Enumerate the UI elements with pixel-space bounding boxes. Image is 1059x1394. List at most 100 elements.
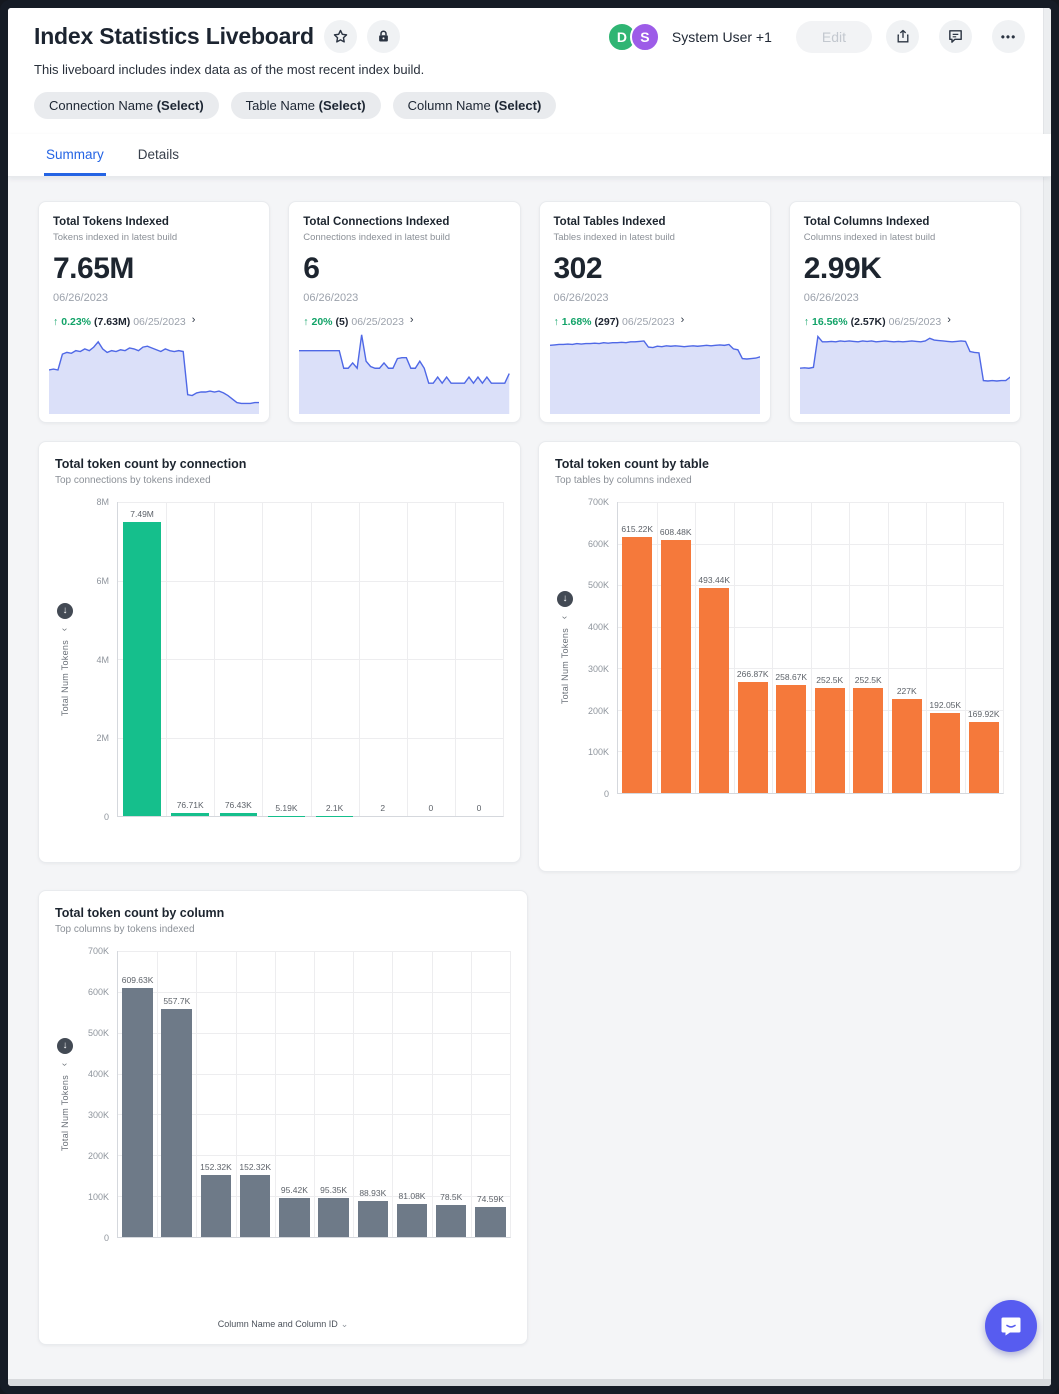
kpi-date: 06/26/2023 <box>804 292 1006 304</box>
comments-button[interactable] <box>939 20 972 53</box>
y-tick-label: 100K <box>588 747 609 757</box>
bar[interactable] <box>240 1175 271 1237</box>
sort-descending-button[interactable]: ↓ <box>57 1038 73 1054</box>
chevron-icon: › <box>560 616 571 619</box>
kpi-card-total-tables: Total Tables Indexed Tables indexed in l… <box>539 201 771 423</box>
x-axis-label[interactable]: Column Name and Column ID⌄ <box>55 1313 511 1332</box>
bar[interactable] <box>318 1198 349 1237</box>
bar-column: 252.5K <box>811 502 850 793</box>
bar[interactable] <box>853 688 883 793</box>
window-frame: Index Statistics Liveboard D S System Us… <box>0 0 1059 1394</box>
bar-value-label: 609.63K <box>114 975 161 985</box>
bar-column: 152.32K <box>196 951 235 1237</box>
bar[interactable] <box>969 722 999 793</box>
bar-column: 5.19K <box>262 502 310 816</box>
lock-permissions-button[interactable] <box>367 20 400 53</box>
bar-column: 95.42K <box>275 951 314 1237</box>
plot-area: 609.63K557.7K152.32K152.32K95.42K95.35K8… <box>117 951 511 1238</box>
bar-value-label: 252.5K <box>845 675 891 685</box>
bar-column: 169.92K <box>965 502 1004 793</box>
kpi-subtitle: Tokens indexed in latest build <box>53 232 255 243</box>
chart-card-token-count-by-connection: Total token count by connection Top conn… <box>38 441 521 863</box>
y-axis-label[interactable]: Total Num Tokens <box>60 640 70 716</box>
filter-chip-connection-name[interactable]: Connection Name (Select) <box>34 92 219 119</box>
y-tick-label: 2M <box>96 733 109 743</box>
share-icon <box>895 28 911 45</box>
chart-subtitle: Top connections by tokens indexed <box>55 475 504 486</box>
bar-column: 0 <box>407 502 455 816</box>
bar[interactable] <box>475 1207 506 1237</box>
y-axis-label-zone: ↓ › Total Num Tokens <box>555 502 575 794</box>
bar[interactable] <box>358 1201 389 1237</box>
y-tick-label: 8M <box>96 497 109 507</box>
bar-value-label: 227K <box>884 686 930 696</box>
chart-title: Total token count by column <box>55 906 511 920</box>
bar[interactable] <box>123 522 161 816</box>
kpi-card-total-tokens: Total Tokens Indexed Tokens indexed in l… <box>38 201 270 423</box>
liveboard-app: Index Statistics Liveboard D S System Us… <box>8 8 1051 1386</box>
kpi-sparkline[interactable] <box>800 326 1010 414</box>
share-button[interactable] <box>886 20 919 53</box>
kpi-drill-chevron-icon[interactable]: › <box>410 314 414 326</box>
chat-help-fab-button[interactable] <box>985 1300 1037 1352</box>
bar-value-label: 557.7K <box>153 996 200 1006</box>
bar-value-label: 493.44K <box>691 575 737 585</box>
bar[interactable] <box>622 537 652 793</box>
tab-summary[interactable]: Summary <box>44 134 106 176</box>
filter-chip-table-name[interactable]: Table Name (Select) <box>231 92 381 119</box>
kpi-title: Total Tables Indexed <box>554 216 756 228</box>
bar-column: 76.43K <box>214 502 262 816</box>
kpi-drill-chevron-icon[interactable]: › <box>681 314 685 326</box>
bar-column: 95.35K <box>314 951 353 1237</box>
y-axis-label[interactable]: Total Num Tokens <box>560 628 570 704</box>
bar-column: 88.93K <box>353 951 392 1237</box>
y-tick-label: 600K <box>88 987 109 997</box>
y-tick-label: 400K <box>588 622 609 632</box>
bar[interactable] <box>122 988 153 1237</box>
kpi-card-total-connections: Total Connections Indexed Connections in… <box>288 201 520 423</box>
bar[interactable] <box>161 1009 192 1237</box>
kpi-sparkline[interactable] <box>49 326 259 414</box>
bar[interactable] <box>815 688 845 793</box>
y-axis-label[interactable]: Total Num Tokens <box>60 1075 70 1151</box>
bar[interactable] <box>738 682 768 793</box>
sort-descending-button[interactable]: ↓ <box>557 591 573 607</box>
kpi-sparkline[interactable] <box>299 326 509 414</box>
lock-icon <box>376 29 391 44</box>
kpi-title: Total Connections Indexed <box>303 216 505 228</box>
sort-descending-button[interactable]: ↓ <box>57 603 73 619</box>
bar[interactable] <box>220 813 258 816</box>
bar[interactable] <box>436 1205 467 1237</box>
bar[interactable] <box>201 1175 232 1237</box>
bar-column: 258.67K <box>772 502 811 793</box>
tab-details[interactable]: Details <box>136 134 181 176</box>
scrollbar[interactable] <box>1043 8 1051 1386</box>
kpi-drill-chevron-icon[interactable]: › <box>947 314 951 326</box>
kpi-drill-chevron-icon[interactable]: › <box>192 314 196 326</box>
kpi-sparkline[interactable] <box>550 326 760 414</box>
chart-card-token-count-by-table: Total token count by table Top tables by… <box>538 441 1021 872</box>
bar[interactable] <box>776 685 806 793</box>
bar-column: 192.05K <box>926 502 965 793</box>
kpi-subtitle: Columns indexed in latest build <box>804 232 1006 243</box>
bar[interactable] <box>279 1198 310 1237</box>
y-axis-ticks: 8M6M4M2M0 <box>75 502 117 817</box>
window-bottom-edge <box>8 1379 1051 1386</box>
bar[interactable] <box>892 699 922 793</box>
star-icon <box>332 28 349 45</box>
bar[interactable] <box>661 540 691 793</box>
filter-chip-column-name[interactable]: Column Name (Select) <box>393 92 557 119</box>
edit-button[interactable]: Edit <box>796 21 872 53</box>
favorite-star-button[interactable] <box>324 20 357 53</box>
bar-column: 609.63K <box>118 951 157 1237</box>
bar-value-label: 169.92K <box>961 709 1007 719</box>
y-tick-label: 300K <box>88 1110 109 1120</box>
bar[interactable] <box>171 813 209 816</box>
header: Index Statistics Liveboard D S System Us… <box>8 8 1051 134</box>
bar[interactable] <box>397 1204 428 1237</box>
bar[interactable] <box>930 713 960 793</box>
bar[interactable] <box>699 588 729 793</box>
comment-icon <box>947 28 964 45</box>
avatar[interactable]: S <box>630 22 660 52</box>
more-menu-button[interactable]: ••• <box>992 20 1025 53</box>
